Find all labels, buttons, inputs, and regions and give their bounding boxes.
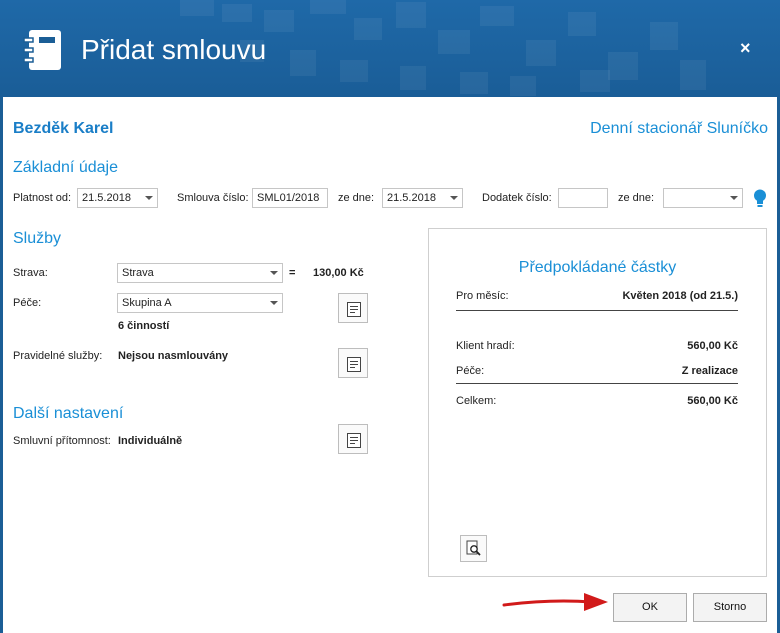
client-pays-label: Klient hradí: — [456, 340, 515, 352]
validity-date-value: 21.5.2018 — [82, 192, 131, 204]
estimate-care-value: Z realizace — [681, 365, 738, 377]
meal-label: Strava: — [13, 267, 48, 279]
estimate-month-value: Květen 2018 (od 21.5.) — [622, 290, 738, 302]
notebook-icon — [23, 30, 61, 70]
client-pays-value: 560,00 Kč — [687, 340, 738, 352]
care-activities-count: 6 činností — [118, 320, 170, 332]
chevron-down-icon[interactable] — [145, 196, 153, 200]
contract-dated-combo[interactable]: 21.5.2018 — [382, 188, 463, 208]
regular-services-button[interactable] — [338, 348, 368, 378]
section-other-heading: Další nastavení — [13, 405, 124, 422]
contract-dated-value: 21.5.2018 — [387, 192, 436, 204]
meal-value: Strava — [122, 267, 154, 279]
contract-no-label: Smlouva číslo: — [177, 192, 249, 204]
estimate-month-label: Pro měsíc: — [456, 290, 509, 302]
arrow-annotation — [502, 593, 608, 611]
total-value: 560,00 Kč — [687, 395, 738, 407]
meal-price: 130,00 Kč — [313, 267, 364, 279]
presence-detail-button[interactable] — [338, 424, 368, 454]
contract-no-field[interactable]: SML01/2018 — [252, 188, 328, 208]
facility-name: Denní stacionář Sluníčko — [590, 120, 768, 137]
document-icon — [347, 357, 361, 372]
cancel-button[interactable]: Storno — [693, 593, 767, 622]
preview-button[interactable] — [460, 535, 487, 562]
care-value: Skupina A — [122, 297, 172, 309]
validity-date-combo[interactable]: 21.5.2018 — [77, 188, 158, 208]
chevron-down-icon[interactable] — [270, 271, 278, 275]
care-combo[interactable]: Skupina A — [117, 293, 283, 313]
contract-no-value: SML01/2018 — [257, 192, 320, 204]
preview-icon — [466, 540, 481, 556]
dialog-header: Přidat smlouvu × — [0, 0, 780, 97]
document-icon — [347, 302, 361, 317]
document-icon — [347, 433, 361, 448]
presence-value: Individuálně — [118, 435, 183, 447]
validity-label: Platnost od: — [13, 192, 72, 204]
section-services-heading: Služby — [13, 230, 62, 247]
presence-label: Smluvní přítomnost: — [13, 435, 111, 447]
meal-combo[interactable]: Strava — [117, 263, 283, 283]
care-detail-button[interactable] — [338, 293, 368, 323]
chevron-down-icon[interactable] — [270, 301, 278, 305]
close-icon[interactable]: × — [740, 38, 751, 59]
ok-button[interactable]: OK — [613, 593, 687, 622]
addendum-no-field[interactable] — [558, 188, 608, 208]
addendum-dated-label: ze dne: — [618, 192, 655, 204]
estimate-heading: Předpokládané částky — [518, 259, 677, 276]
chevron-down-icon[interactable] — [450, 196, 458, 200]
section-basic-heading: Základní údaje — [13, 159, 118, 176]
regular-services-label: Pravidelné služby: — [13, 350, 103, 362]
total-label: Celkem: — [456, 395, 497, 407]
addendum-no-label: Dodatek číslo: — [482, 192, 552, 204]
lightbulb-icon[interactable] — [753, 189, 767, 208]
equals-sign: = — [289, 267, 296, 279]
care-label: Péče: — [13, 297, 42, 309]
estimate-care-label: Péče: — [456, 365, 485, 377]
estimate-divider — [456, 383, 738, 384]
client-name: Bezděk Karel — [13, 120, 114, 137]
regular-services-value: Nejsou nasmlouvány — [118, 350, 229, 362]
chevron-down-icon[interactable] — [730, 196, 738, 200]
estimate-divider — [456, 310, 738, 311]
addendum-dated-combo[interactable] — [663, 188, 743, 208]
dialog-title: Přidat smlouvu — [81, 34, 267, 65]
contract-dated-label: ze dne: — [338, 192, 375, 204]
